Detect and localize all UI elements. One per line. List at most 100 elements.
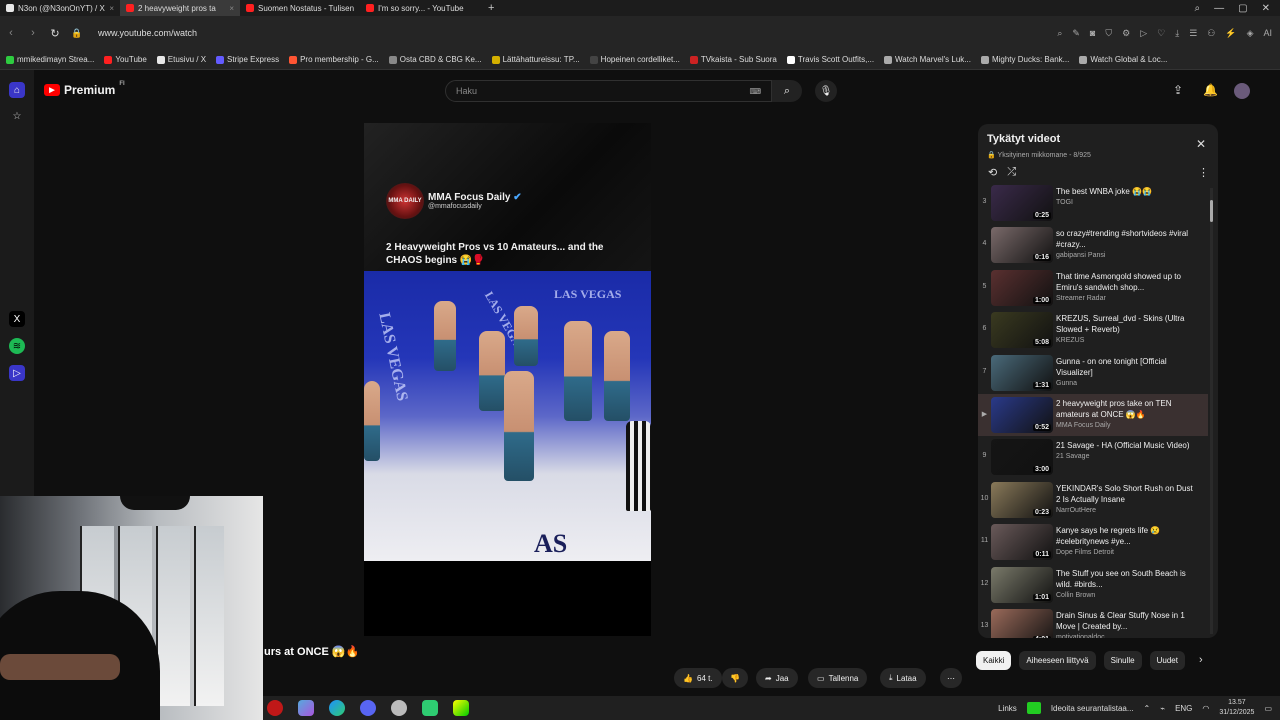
channel-name[interactable]: Gunna [1056, 380, 1196, 387]
video-title[interactable]: so crazy#trending #shortvideos #viral #c… [1056, 228, 1196, 250]
close-icon[interactable]: ✕ [1196, 137, 1206, 151]
cube-icon[interactable]: ◈ [1247, 28, 1254, 39]
playlist-item[interactable]: 5 1:00 That time Asmongold showed up to Em… [978, 267, 1208, 309]
video-title[interactable]: The Stuff you see on South Beach is wild… [1056, 568, 1196, 590]
clock[interactable]: 13.57 31/12/2025 [1219, 698, 1254, 718]
new-tab-button[interactable]: + [480, 2, 502, 14]
video-title[interactable]: Gunna - on one tonight [Official Visuali… [1056, 356, 1196, 378]
notifications-icon[interactable]: ▭ [1264, 704, 1272, 713]
chip-for-you[interactable]: Sinulle [1103, 651, 1142, 670]
close-tab-icon[interactable]: × [109, 4, 114, 13]
lock-icon[interactable]: 🔒 [66, 28, 88, 39]
bookmark-item[interactable]: Watch Marvel's Luk... [884, 55, 971, 64]
chip-new[interactable]: Uudet [1149, 651, 1185, 670]
bookmark-item[interactable]: TVkaista - Sub Suora [689, 55, 777, 64]
video-thumbnail[interactable]: 3:00 [991, 439, 1053, 476]
playlist-item[interactable]: 6 5:08 KREZUS, Surreal_dvd - Skins (Ultra … [978, 309, 1208, 351]
bell-icon[interactable]: 🔔 [1203, 83, 1218, 97]
play-icon[interactable] [453, 700, 469, 716]
channel-name[interactable]: motivationaldoc [1056, 634, 1196, 638]
aria-icon[interactable]: ⚡ [1225, 28, 1236, 39]
profile-icon[interactable]: ⚇ [1207, 28, 1215, 39]
ai-icon[interactable]: AI [1263, 28, 1272, 39]
player-icon[interactable]: ▷ [9, 365, 25, 381]
bookmark-item[interactable]: mmikedimayn Strea... [6, 55, 94, 64]
search-button[interactable]: ⌕ [772, 80, 802, 102]
bookmark-item[interactable]: Watch Global & Loc... [1079, 55, 1167, 64]
video-title[interactable]: KREZUS, Surreal_dvd - Skins (Ultra Slowe… [1056, 313, 1196, 335]
bookmark-item[interactable]: YouTube [104, 55, 147, 64]
forward-icon[interactable]: › [22, 27, 44, 39]
search-tabs-icon[interactable]: ⌕ [1195, 3, 1201, 14]
bookmark-item[interactable]: Pro membership - G... [289, 55, 379, 64]
upload-icon[interactable]: ⇪ [1173, 83, 1183, 97]
discord-icon[interactable] [360, 700, 376, 716]
extension-icon[interactable]: ⚙ [1122, 28, 1130, 39]
like-button[interactable]: 👍 64 t. [674, 668, 722, 688]
x-icon[interactable]: X [9, 311, 25, 327]
game-icon[interactable] [422, 700, 438, 716]
home-icon[interactable]: ⌂ [9, 82, 25, 98]
search-icon[interactable]: ⌕ [1057, 28, 1062, 39]
minimize-button[interactable]: — [1214, 3, 1224, 14]
channel-name[interactable]: TOGI [1056, 199, 1196, 206]
video-thumbnail[interactable]: 5:08 [991, 312, 1053, 349]
wifi-icon[interactable]: ◠ [1202, 704, 1209, 713]
video-title[interactable]: 2 heavyweight pros take on TEN amateurs … [1056, 398, 1196, 420]
video-thumbnail[interactable]: 0:11 [991, 524, 1053, 561]
chevron-up-icon[interactable]: ⌃ [1144, 704, 1151, 713]
bookmark-item[interactable]: Osta CBD & CBG Ke... [388, 55, 482, 64]
notification-text[interactable]: Ideoita seurantalistaa... [1051, 704, 1134, 713]
playlist-item[interactable]: 12 1:01 The Stuff you see on South Beach i… [978, 564, 1208, 606]
video-title[interactable]: That time Asmongold showed up to Emiru's… [1056, 271, 1196, 293]
dislike-button[interactable]: 👎 [722, 668, 748, 688]
channel-name[interactable]: NarrOutHere [1056, 507, 1196, 514]
download-button[interactable]: ⤓ Lataa [880, 668, 926, 688]
chip-related[interactable]: Aiheeseen liittyvä [1019, 651, 1096, 670]
channel-name[interactable]: KREZUS [1056, 337, 1196, 344]
bookmark-item[interactable]: Lättähattureissu: TP... [491, 55, 580, 64]
playlist-item[interactable]: 13 4:01 Drain Sinus & Clear Stuffy Nose in… [978, 606, 1208, 638]
avatar[interactable] [1234, 83, 1250, 99]
channel-name[interactable]: 21 Savage [1056, 453, 1196, 460]
heart-icon[interactable]: ♡ [1157, 28, 1165, 39]
more-actions-button[interactable]: ⋯ [940, 668, 962, 688]
video-title[interactable]: 21 Savage - HA (Official Music Video) [1056, 440, 1196, 451]
browser-tab[interactable]: I'm so sorry... - YouTube [360, 0, 480, 16]
channel-name[interactable]: gabipansi Pansi [1056, 252, 1196, 259]
browser-tab[interactable]: Suomen Nostatus - Tulisen [240, 0, 360, 16]
channel-name[interactable]: Collin Brown [1056, 592, 1196, 599]
camera-icon[interactable]: ◙ [1090, 28, 1095, 39]
video-thumbnail[interactable]: 0:52 [991, 397, 1053, 433]
spotify-icon[interactable]: ≋ [9, 338, 25, 354]
chip-all[interactable]: Kaikki [976, 651, 1012, 670]
video-title[interactable]: YEKINDAR's Solo Short Rush on Dust 2 Is … [1056, 483, 1196, 505]
more-icon[interactable]: ⋮ [1198, 166, 1209, 179]
bookmark-item[interactable]: Hopeinen cordelliket... [589, 55, 680, 64]
reload-icon[interactable]: ↻ [44, 27, 66, 40]
video-thumbnail[interactable]: 0:25 [991, 185, 1053, 221]
opera-icon[interactable] [267, 700, 283, 716]
bookmark-item[interactable]: Stripe Express [216, 55, 279, 64]
keyboard-icon[interactable]: ⌨ [749, 87, 761, 96]
video-thumbnail[interactable]: 4:01 [991, 609, 1053, 638]
video-thumbnail[interactable]: 1:31 [991, 354, 1053, 391]
play-icon[interactable]: ▷ [1140, 28, 1147, 39]
close-window-button[interactable]: ✕ [1262, 3, 1270, 14]
video-thumbnail[interactable]: 0:23 [991, 481, 1053, 518]
chevron-right-icon[interactable]: › [1199, 654, 1203, 666]
maximize-button[interactable]: ▢ [1238, 3, 1247, 14]
playlist-scrollbar[interactable] [1210, 188, 1213, 634]
links-label[interactable]: Links [998, 704, 1017, 713]
video-title[interactable]: The best WNBA joke 😭😭 [1056, 186, 1196, 197]
loop-icon[interactable]: ⟲ [988, 166, 997, 179]
app-icon[interactable] [298, 700, 314, 716]
channel-name[interactable]: Dope Films Detroit [1056, 549, 1196, 556]
search-input[interactable]: Haku ⌨ [445, 80, 772, 102]
video-title[interactable]: Kanye says he regrets life 😢 #celebrityn… [1056, 525, 1196, 547]
shuffle-icon[interactable]: ⤮ [1007, 166, 1016, 179]
browser-tab-active[interactable]: 2 heavyweight pros ta × [120, 0, 240, 16]
download-icon[interactable]: ⤓ [1175, 28, 1179, 39]
edge-icon[interactable] [329, 700, 345, 716]
video-player[interactable]: MMA DAILY MMA Focus Daily ✔ @mmafocusdai… [364, 123, 651, 636]
